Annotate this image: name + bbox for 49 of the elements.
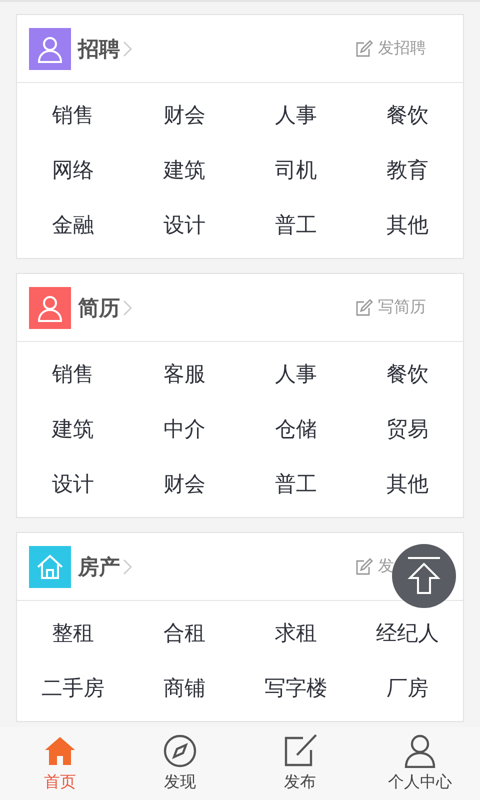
- category-link[interactable]: 建筑: [17, 401, 128, 456]
- category-link[interactable]: 中介: [128, 401, 240, 456]
- category-link[interactable]: 财会: [128, 456, 240, 511]
- category-link[interactable]: 普工: [240, 456, 352, 511]
- category-link[interactable]: 整租: [17, 605, 128, 660]
- category-link[interactable]: 设计: [17, 456, 128, 511]
- category-link[interactable]: 商铺: [128, 660, 240, 715]
- user-icon: [403, 734, 437, 768]
- compass-icon: [163, 734, 197, 768]
- category-link[interactable]: 写字楼: [240, 660, 352, 715]
- category-link[interactable]: 设计: [128, 197, 240, 252]
- nav-tab[interactable]: 发现: [120, 727, 240, 800]
- category-link[interactable]: 人事: [240, 87, 352, 142]
- section-title: 招聘: [78, 36, 120, 62]
- category-link[interactable]: 其他: [352, 197, 463, 252]
- category-link[interactable]: 司机: [240, 142, 352, 197]
- nav-tab[interactable]: 发布: [240, 727, 360, 800]
- category-link[interactable]: 财会: [128, 87, 240, 142]
- category-link[interactable]: 金融: [17, 197, 128, 252]
- arrow-up-icon: [406, 556, 442, 596]
- nav-tab[interactable]: 个人中心: [360, 727, 480, 800]
- category-link[interactable]: 客服: [128, 346, 240, 401]
- category-link[interactable]: 普工: [240, 197, 352, 252]
- category-link[interactable]: 销售: [17, 346, 128, 401]
- category-link[interactable]: 厂房: [352, 660, 463, 715]
- edit-icon: [355, 298, 373, 316]
- section-title: 房产: [78, 554, 120, 580]
- category-link[interactable]: 销售: [17, 87, 128, 142]
- edit-icon: [355, 558, 373, 576]
- chevron-right-icon: [123, 40, 132, 56]
- section-title: 简历: [78, 294, 120, 322]
- category-link[interactable]: 求租: [240, 605, 352, 660]
- edit-icon: [355, 40, 373, 58]
- compose-icon: [283, 734, 317, 768]
- category-link[interactable]: 餐饮: [352, 87, 463, 142]
- category-link[interactable]: 建筑: [128, 142, 240, 197]
- chevron-right-icon: [123, 558, 132, 574]
- category-link[interactable]: 贸易: [352, 401, 463, 456]
- category-link[interactable]: 人事: [240, 346, 352, 401]
- category-link[interactable]: 教育: [352, 142, 463, 197]
- category-link[interactable]: 二手房: [17, 660, 128, 715]
- home-icon: [43, 734, 77, 768]
- category-link[interactable]: 餐饮: [352, 346, 463, 401]
- category-link[interactable]: 经纪人: [352, 605, 463, 660]
- category-link[interactable]: 网络: [17, 142, 128, 197]
- category-link[interactable]: 合租: [128, 605, 240, 660]
- category-link[interactable]: 其他: [352, 456, 463, 511]
- chevron-right-icon: [123, 300, 132, 316]
- category-link[interactable]: 仓储: [240, 401, 352, 456]
